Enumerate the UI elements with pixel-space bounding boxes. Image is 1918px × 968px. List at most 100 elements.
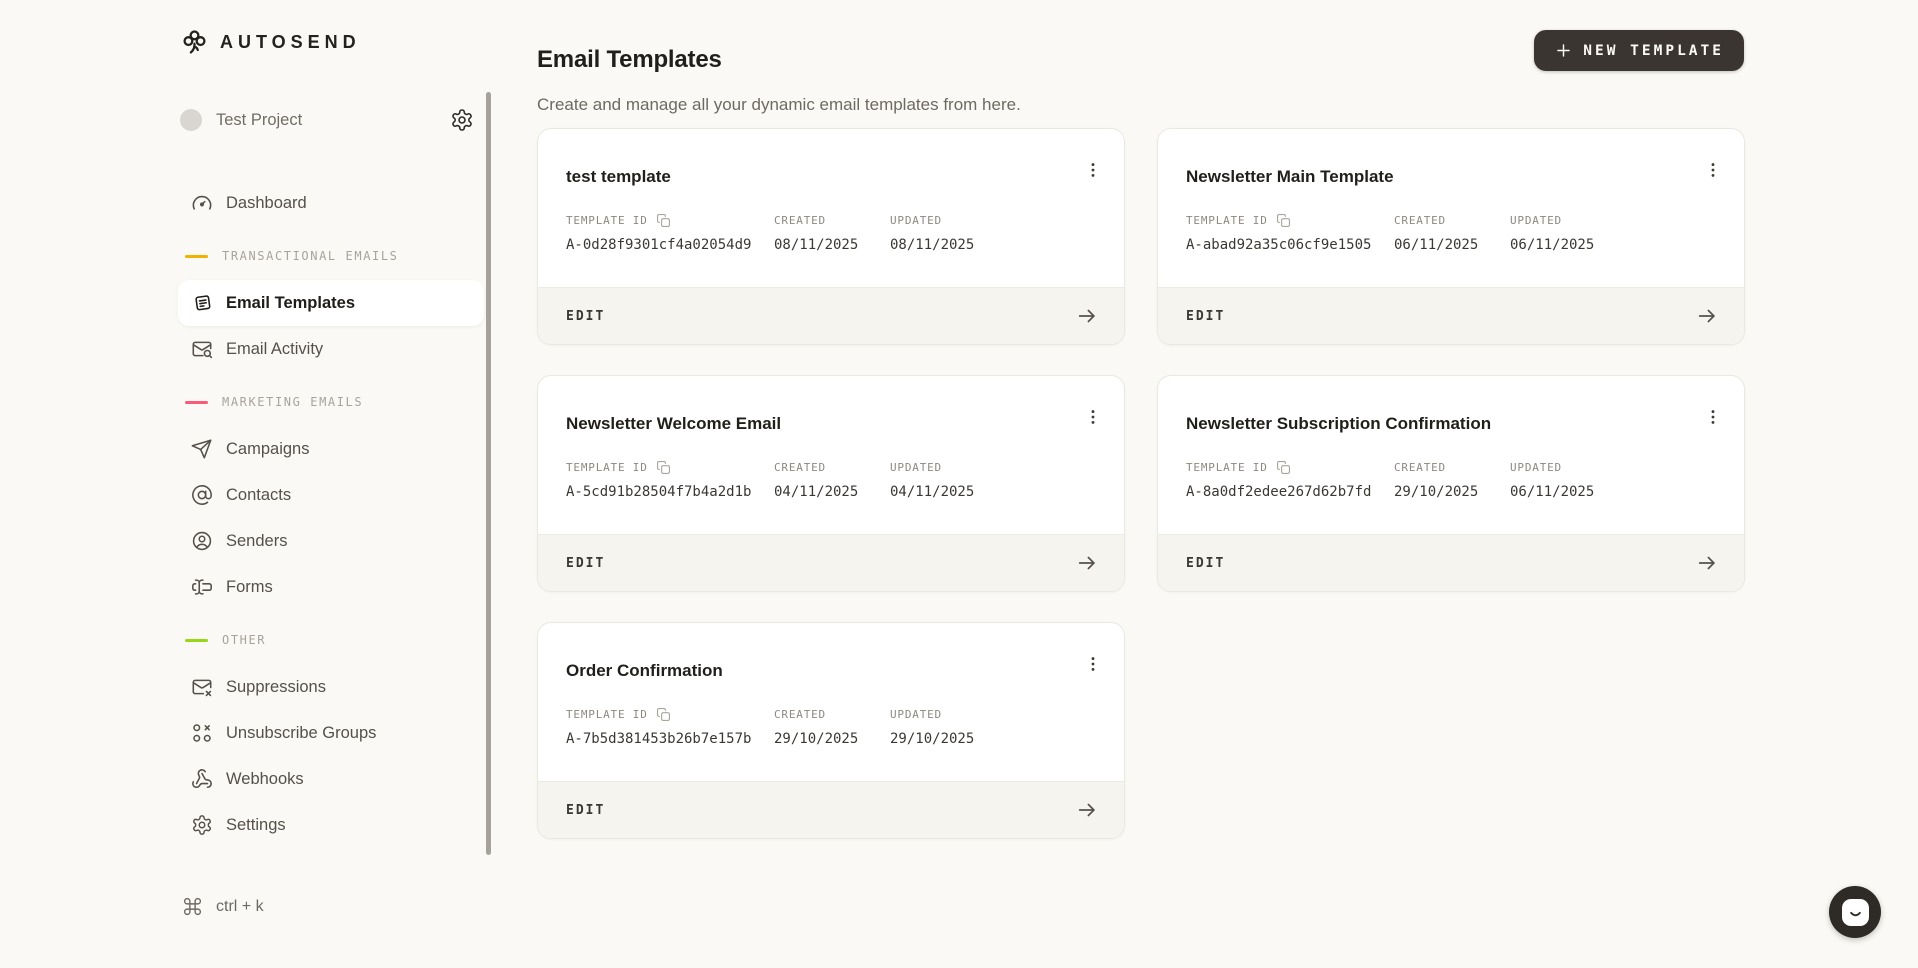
sidebar-item-label: Suppressions [226,678,326,697]
arrow-right-icon[interactable] [1076,799,1098,821]
template-card: Newsletter Main TemplateTEMPLATE IDA-aba… [1157,128,1745,345]
copy-icon[interactable] [656,213,671,228]
template-id-value: A-abad92a35c06cf9e1505 [1186,237,1394,253]
form-input-icon [191,576,213,598]
template-meta: TEMPLATE IDA-5cd91b28504f7b4a2d1bCREATED… [566,460,1104,500]
new-template-button-label: NEW TEMPLATE [1583,43,1724,59]
at-sign-icon [191,484,213,506]
edit-button[interactable]: EDIT [566,309,605,324]
project-name: Test Project [216,111,450,130]
user-circle-icon [191,530,213,552]
updated-label: UPDATED [1510,214,1562,227]
sidebar-item-settings[interactable]: Settings [178,802,484,848]
kebab-icon [1703,160,1723,180]
edit-button[interactable]: EDIT [566,803,605,818]
sidebar-item-dashboard[interactable]: Dashboard [178,180,484,226]
template-id-label: TEMPLATE ID [566,708,648,721]
arrow-right-icon[interactable] [1696,552,1718,574]
brand-name: AUTOSEND [220,32,361,53]
updated-label: UPDATED [1510,461,1562,474]
sidebar-item-webhooks[interactable]: Webhooks [178,756,484,802]
card-menu-button[interactable] [1700,157,1726,183]
sidebar-item-label: Campaigns [226,440,309,459]
sidebar-item-label: Email Templates [226,294,355,313]
created-value: 04/11/2025 [774,484,890,500]
sidebar-item-contacts[interactable]: Contacts [178,472,484,518]
template-meta: TEMPLATE ID A-0d28f9301cf4a02054d9CREATED… [566,213,1104,253]
project-switcher[interactable]: Test Project [180,104,474,136]
gear-icon [191,814,213,836]
mail-stack-icon [191,292,213,314]
template-card: Newsletter Subscription Confirmation TEMP… [1157,375,1745,592]
updated-label: UPDATED [890,461,942,474]
copy-icon[interactable] [656,460,671,475]
sidebar-section-header: TRANSACTIONAL EMAILS [178,246,484,266]
sidebar-item-label: Unsubscribe Groups [226,724,376,743]
sidebar-item-label: Email Activity [226,340,323,359]
card-edit-bar[interactable]: EDIT [538,534,1124,591]
template-title: Newsletter Subscription Confirmation [1186,414,1491,434]
sidebar-item-label: Settings [226,816,286,835]
command-palette-shortcut[interactable]: ctrl + k [182,896,264,917]
card-edit-bar[interactable]: EDIT [538,287,1124,344]
kebab-icon [1083,407,1103,427]
sidebar-item-unsubscribe-groups[interactable]: Unsubscribe Groups [178,710,484,756]
edit-button[interactable]: EDIT [1186,556,1225,571]
send-icon [191,438,213,460]
section-header-label: OTHER [222,633,266,647]
plus-icon [1554,41,1573,60]
sidebar-section-header: OTHER [178,630,484,650]
template-id-value: A-8a0df2edee267d62b7fd [1186,484,1394,500]
chat-bubble-icon [1842,899,1869,926]
template-meta: TEMPLATE IDA-7b5d381453b26b7e157bCREATED… [566,707,1104,747]
updated-value: 06/11/2025 [1510,484,1594,500]
card-menu-button[interactable] [1700,404,1726,430]
new-template-button[interactable]: NEW TEMPLATE [1534,30,1744,71]
sidebar-scrollbar[interactable] [486,92,491,855]
card-menu-button[interactable] [1080,651,1106,677]
card-edit-bar[interactable]: EDIT [1158,287,1744,344]
template-id-label: TEMPLATE ID [566,214,648,227]
updated-label: UPDATED [890,708,942,721]
kebab-icon [1083,160,1103,180]
template-id-value: A-7b5d381453b26b7e157b [566,731,774,747]
created-value: 29/10/2025 [774,731,890,747]
sidebar-item-label: Contacts [226,486,291,505]
arrow-right-icon[interactable] [1076,552,1098,574]
sidebar-item-label: Forms [226,578,273,597]
page-subtitle: Create and manage all your dynamic email… [537,95,1021,115]
project-settings-button[interactable] [450,108,474,132]
copy-icon[interactable] [1276,460,1291,475]
sidebar-item-suppressions[interactable]: Suppressions [178,664,484,710]
shortcut-label: ctrl + k [216,898,264,916]
template-title: Order Confirmation [566,661,723,681]
sidebar-item-email-templates[interactable]: Email Templates [178,280,484,326]
created-label: CREATED [774,214,826,227]
updated-value: 08/11/2025 [890,237,974,253]
copy-icon[interactable] [1276,213,1291,228]
edit-button[interactable]: EDIT [1186,309,1225,324]
sidebar-item-forms[interactable]: Forms [178,564,484,610]
sidebar-item-campaigns[interactable]: Campaigns [178,426,484,472]
sidebar-item-senders[interactable]: Senders [178,518,484,564]
updated-label: UPDATED [890,214,942,227]
card-edit-bar[interactable]: EDIT [1158,534,1744,591]
gear-icon [450,108,474,132]
edit-button[interactable]: EDIT [566,556,605,571]
template-id-label: TEMPLATE ID [1186,461,1268,474]
mail-search-icon [191,338,213,360]
card-menu-button[interactable] [1080,404,1106,430]
arrow-right-icon[interactable] [1696,305,1718,327]
section-accent-dash [185,255,208,258]
card-menu-button[interactable] [1080,157,1106,183]
template-id-value: A-0d28f9301cf4a02054d9 [566,237,774,253]
sidebar-item-email-activity[interactable]: Email Activity [178,326,484,372]
section-accent-dash [185,639,208,642]
smile-icon [1846,903,1865,922]
chat-launcher-button[interactable] [1829,886,1881,938]
section-header-label: TRANSACTIONAL EMAILS [222,249,399,263]
kebab-icon [1703,407,1723,427]
arrow-right-icon[interactable] [1076,305,1098,327]
copy-icon[interactable] [656,707,671,722]
card-edit-bar[interactable]: EDIT [538,781,1124,838]
